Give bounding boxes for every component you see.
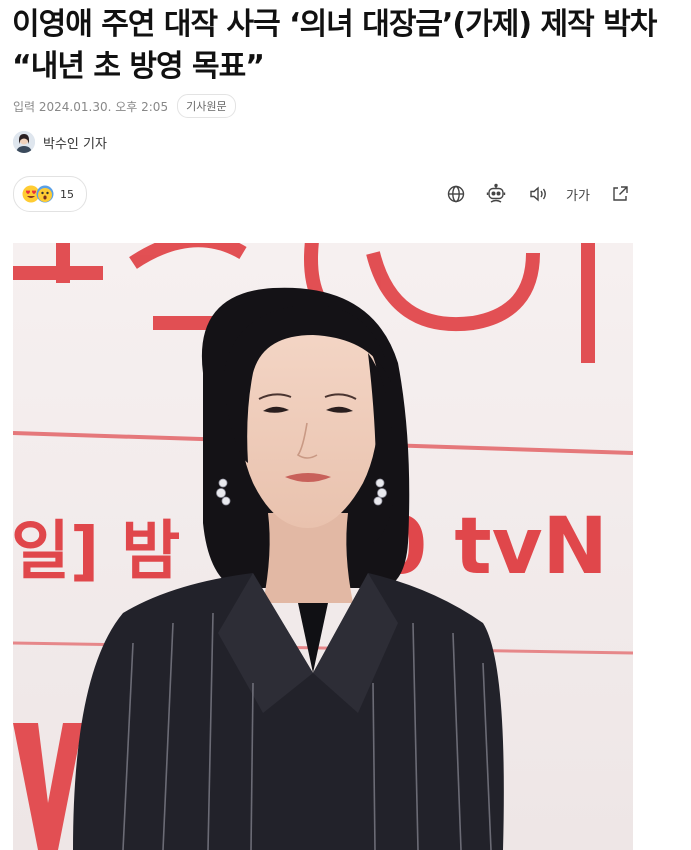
surprised-emoji (36, 185, 54, 203)
reaction-count: 15 (60, 187, 74, 201)
share-icon[interactable] (606, 180, 634, 208)
globe-icon[interactable] (442, 180, 470, 208)
reporter-avatar (13, 131, 35, 153)
original-article-button[interactable]: 기사원문 (177, 94, 236, 118)
article-headline: 이영애 주연 대작 사극 ‘의녀 대장금’(가제) 제작 박차 “내년 초 방영… (12, 7, 657, 84)
reaction-button[interactable]: 15 (13, 176, 87, 212)
article-meta: 입력 2024.01.30. 오후 2:05 기사원문 (13, 94, 236, 118)
article-toolbar: 가가 (440, 180, 640, 208)
speaker-icon[interactable] (524, 180, 552, 208)
font-size-icon[interactable]: 가가 (564, 180, 592, 208)
backdrop-text-left: 일] 밤 (13, 515, 180, 589)
robot-summary-icon[interactable] (482, 180, 510, 208)
published-date: 입력 2024.01.30. 오후 2:05 (13, 99, 169, 114)
byline[interactable]: 박수인 기자 (13, 130, 107, 154)
article-photo[interactable]: 일] 밤 0 tvN (13, 243, 633, 850)
reporter-name: 박수인 기자 (43, 136, 107, 152)
